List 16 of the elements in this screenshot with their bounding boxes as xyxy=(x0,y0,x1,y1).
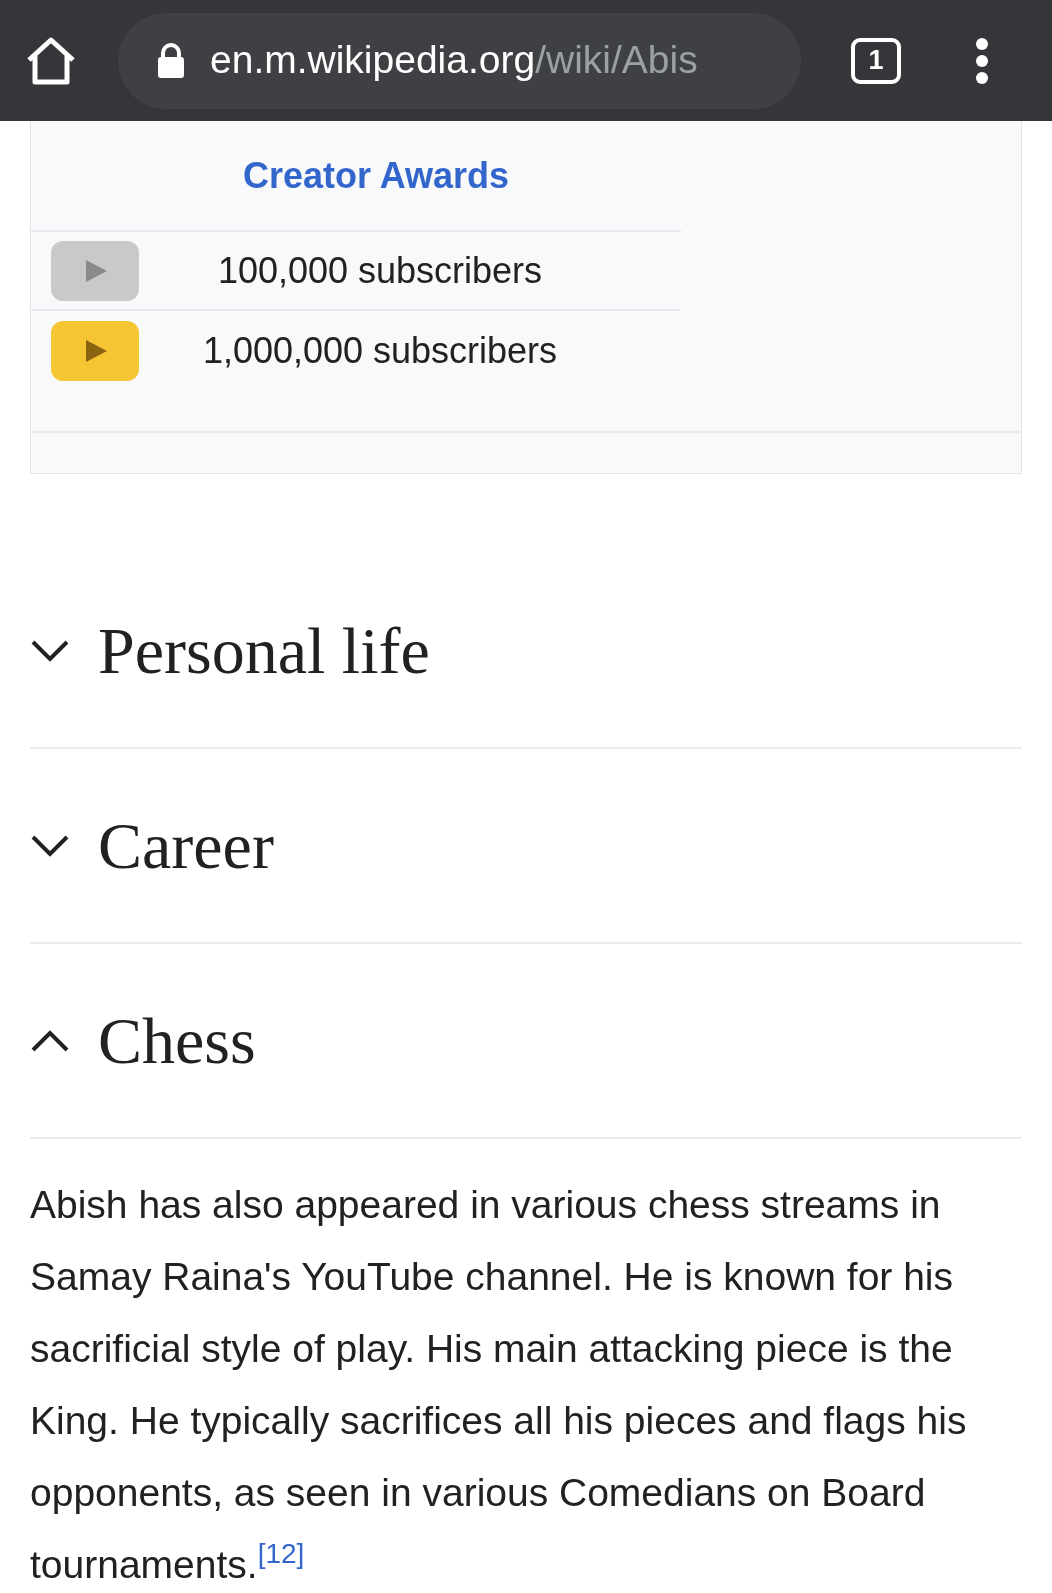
url-text: en.m.wikipedia.org/wiki/Abis xyxy=(210,37,698,84)
award-label: 1,000,000 subscribers xyxy=(201,328,559,373)
lock-icon xyxy=(156,42,186,79)
award-label: 100,000 subscribers xyxy=(216,248,544,293)
citation-link[interactable]: [12] xyxy=(257,1538,305,1570)
more-options-icon[interactable] xyxy=(975,37,989,84)
chess-paragraph: Abish has also appeared in various chess streams in Samay Raina's YouTube channel. He is known for his sacrificial style of play. His main attacking piece is the King. He typically sacrifices all his pieces and flags his opponents, as seen in various Comedians on Board tournaments.$^{[12]}$ xyxy=(30,1182,968,1588)
address-bar[interactable]: en.m.wikipedia.org/wiki/Abis xyxy=(118,12,801,109)
section-heading[interactable]: Chess xyxy=(98,991,256,1090)
tab-count-button[interactable]: 1 xyxy=(851,37,901,84)
chevron-down-icon[interactable] xyxy=(30,833,70,858)
chevron-down-icon[interactable] xyxy=(30,638,70,663)
section-heading[interactable]: Personal life xyxy=(98,601,430,700)
infobox-header: Creator Awards xyxy=(242,153,510,198)
section-heading[interactable]: Career xyxy=(98,796,274,895)
chevron-up-icon[interactable] xyxy=(30,1028,70,1053)
